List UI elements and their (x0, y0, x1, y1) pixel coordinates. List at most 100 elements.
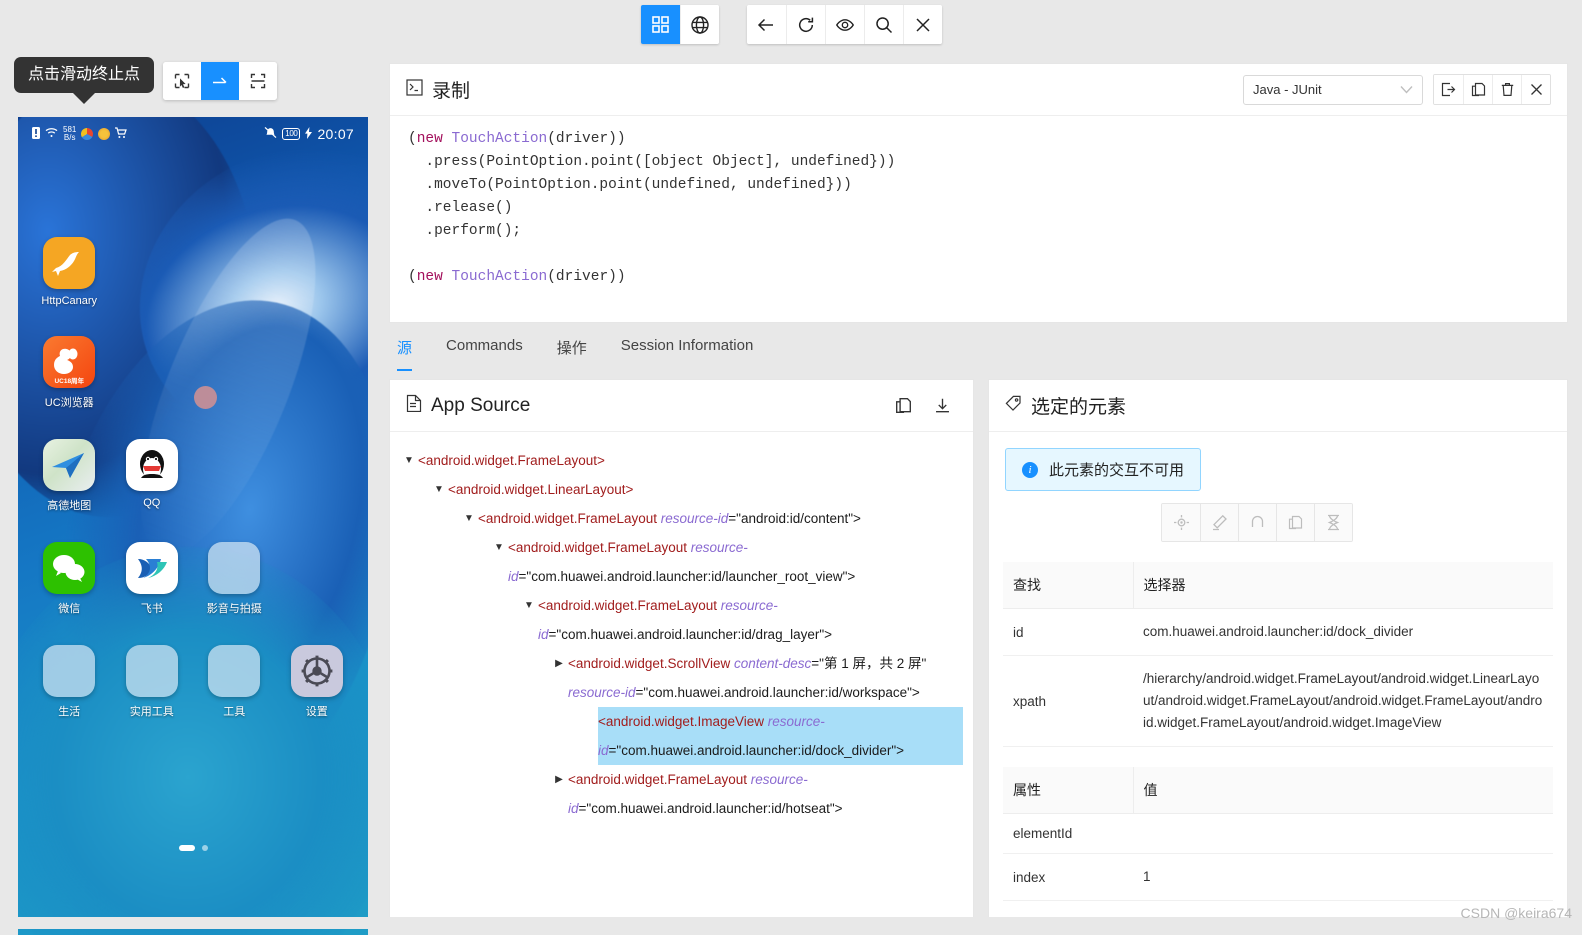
select-tool[interactable] (163, 62, 201, 100)
tree-node-label[interactable]: <android.widget.FrameLayout> (418, 446, 963, 475)
app-item-qq[interactable]: QQ (111, 439, 194, 513)
app-item-httpcanary[interactable]: HttpCanary (28, 237, 111, 307)
copy-attributes-button[interactable] (1276, 504, 1314, 541)
source-tree: ▼ <android.widget.FrameLayout> ▼ <android.w… (390, 432, 973, 918)
selector-value[interactable]: com.huawei.android.launcher:id/dock_divi… (1133, 608, 1553, 656)
touch-point-marker (194, 386, 217, 409)
view-mode-group (640, 5, 719, 44)
tree-node-label[interactable]: <android.widget.LinearLayout> (448, 475, 963, 504)
close-recorder-button[interactable] (1521, 75, 1550, 104)
app-label: 工具 (223, 706, 246, 718)
search-button[interactable] (863, 5, 903, 44)
xml-val: ="第 1 屏，共 2 屏" (811, 656, 927, 671)
app-label: UC浏览器 (44, 397, 94, 409)
folder-icon (125, 645, 178, 697)
tab-actions[interactable]: 操作 (557, 337, 587, 371)
language-select[interactable]: Java - JUnit (1243, 74, 1423, 105)
tree-node[interactable]: ▼ <android.widget.FrameLayout resource-id… (400, 533, 963, 591)
device-screen[interactable]: 581 B/s 100 20:07 HttpCanary UC18周年 UC浏览… (18, 117, 368, 935)
tree-node[interactable]: ▶ <android.widget.FrameLayout resource-id… (400, 765, 963, 823)
app-folder-life[interactable]: 生活 (28, 645, 111, 719)
device-mirror-panel: 点击滑动终止点 X: Y: (0, 49, 379, 935)
code-text: (driver)) (547, 131, 626, 147)
battery-indicator: 100 (282, 128, 301, 140)
copy-button[interactable] (1463, 75, 1492, 104)
app-item-uc-browser[interactable]: UC18周年 UC浏览器 (28, 336, 111, 410)
back-button[interactable] (746, 5, 786, 44)
wechat-icon (43, 542, 96, 594)
tree-node[interactable]: ▼ <android.widget.LinearLayout> (400, 475, 963, 504)
tab-commands[interactable]: Commands (446, 337, 523, 371)
close-button[interactable] (902, 5, 942, 44)
terminal-icon (406, 78, 423, 101)
tab-source[interactable]: 源 (397, 337, 413, 371)
app-folder-tools[interactable]: 工具 (193, 645, 276, 719)
app-slot-empty (193, 237, 276, 307)
selector-key: id (1003, 608, 1133, 656)
chevron-down-icon[interactable]: ▼ (490, 533, 508, 562)
swipe-tool[interactable] (201, 62, 239, 100)
tree-node[interactable]: ▼ <android.widget.FrameLayout> (400, 446, 963, 475)
app-item-amap[interactable]: 高德地图 (28, 439, 111, 513)
tap-action-button[interactable] (1162, 504, 1200, 541)
tree-node[interactable]: ▶ <android.widget.ScrollView content-desc… (400, 649, 963, 707)
tree-node-selected[interactable]: <android.widget.ImageView resource-id="c… (598, 707, 963, 765)
recorder-action-group (1433, 74, 1551, 105)
tree-node-label[interactable]: <android.widget.FrameLayout resource-id=… (568, 765, 963, 823)
tab-session-information[interactable]: Session Information (621, 337, 754, 371)
delete-button[interactable] (1492, 75, 1521, 104)
chevron-down-icon[interactable]: ▼ (430, 475, 448, 504)
code-line: .release() (408, 197, 1549, 220)
app-folder-media[interactable]: 影音与拍摄 (193, 542, 276, 616)
tree-node[interactable]: ▼ <android.widget.FrameLayout resource-id… (400, 591, 963, 649)
chevron-down-icon[interactable]: ▼ (400, 446, 418, 475)
chevron-down-icon[interactable]: ▼ (460, 504, 478, 533)
wait-button[interactable] (1314, 504, 1352, 541)
app-item-wechat[interactable]: 微信 (28, 542, 111, 616)
app-label: HttpCanary (41, 295, 98, 307)
xml-tag: <android.widget.LinearLayout> (448, 482, 634, 497)
refresh-button[interactable] (785, 5, 825, 44)
alert-text: 此元素的交互不可用 (1049, 462, 1185, 479)
app-slot-empty (276, 439, 359, 513)
inspect-button[interactable] (824, 5, 864, 44)
attribute-table: 属性 值 elementId index 1 (1003, 767, 1553, 901)
export-button[interactable] (1434, 75, 1463, 104)
app-folder-utilities[interactable]: 实用工具 (111, 645, 194, 719)
tree-node-label[interactable]: <android.widget.ScrollView content-desc=… (568, 649, 963, 707)
copy-source-button[interactable] (889, 391, 918, 420)
interaction-unavailable-alert: i 此元素的交互不可用 (1005, 448, 1202, 491)
download-source-button[interactable] (928, 391, 957, 420)
app-item-settings[interactable]: 设置 (276, 645, 359, 719)
page-dot[interactable] (178, 845, 195, 851)
code-keyword: new (416, 269, 452, 285)
app-slot-empty (276, 336, 359, 410)
tree-node-label[interactable]: <android.widget.FrameLayout resource-id=… (508, 533, 963, 591)
chevron-right-icon[interactable]: ▶ (550, 765, 568, 794)
tag-icon (1005, 395, 1022, 417)
language-select-value: Java - JUnit (1253, 82, 1322, 97)
app-label: 微信 (58, 603, 81, 615)
page-dot[interactable] (201, 845, 208, 851)
top-toolbar (0, 0, 1582, 49)
screenshot-tool[interactable] (239, 62, 277, 100)
tree-node-label[interactable]: <android.widget.FrameLayout resource-id=… (478, 504, 963, 533)
tree-node-label[interactable]: <android.widget.FrameLayout resource-id=… (538, 591, 963, 649)
app-grid: HttpCanary UC18周年 UC浏览器 高德地图 QQ 微信 飞书 影音… (18, 237, 368, 719)
folder-icon (208, 542, 261, 594)
chevron-right-icon[interactable]: ▶ (550, 649, 568, 678)
selector-table: 查找 选择器 id com.huawei.android.launcher:id… (1003, 562, 1553, 747)
app-item-feishu[interactable]: 飞书 (111, 542, 194, 616)
browser-view-button[interactable] (679, 5, 719, 44)
code-line: .moveTo(PointOption.point(undefined, und… (408, 174, 1549, 197)
selector-value[interactable]: /hierarchy/android.widget.FrameLayout/an… (1133, 655, 1553, 747)
chevron-down-icon[interactable]: ▼ (520, 591, 538, 620)
xml-tag: <android.widget.FrameLayout> (418, 453, 605, 468)
clear-button[interactable] (1238, 504, 1276, 541)
tree-node[interactable]: ▼ <android.widget.FrameLayout resource-id… (400, 504, 963, 533)
send-keys-button[interactable] (1200, 504, 1238, 541)
selector-key: xpath (1003, 655, 1133, 747)
session-actions-group (746, 5, 942, 44)
grid-view-button[interactable] (640, 5, 680, 44)
tree-node[interactable]: <android.widget.ImageView resource-id="c… (400, 707, 963, 765)
